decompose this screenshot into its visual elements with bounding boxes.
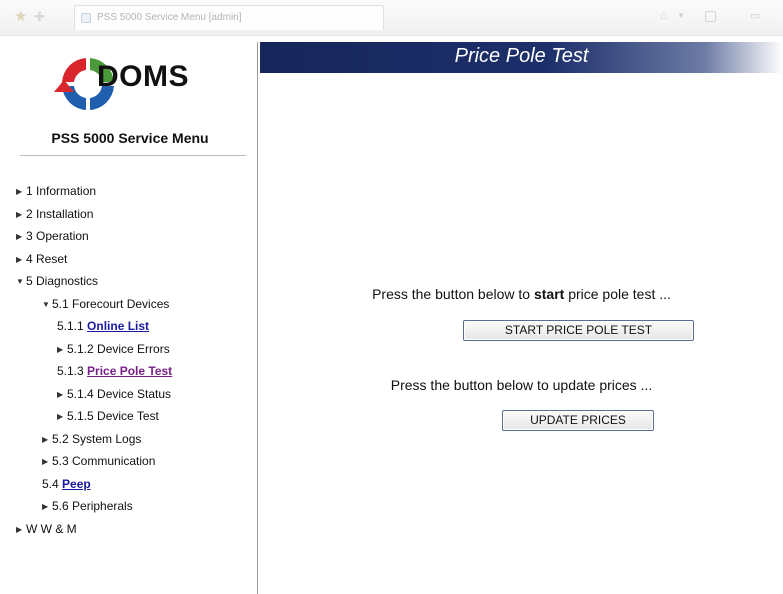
start-prompt-text-end: price pole test ... bbox=[564, 286, 671, 302]
menu-title: PSS 5000 Service Menu bbox=[51, 130, 209, 146]
menu-item-label[interactable]: 5.1.2 Device Errors bbox=[67, 342, 170, 356]
menu-item-device-errors[interactable]: ▶ 5.1.2 Device Errors bbox=[57, 340, 170, 358]
menu-item-label[interactable]: 5.1.4 Device Status bbox=[67, 387, 171, 401]
menu-item-wwm[interactable]: ▶ W W & M bbox=[16, 520, 77, 538]
expand-arrow-icon[interactable]: ▶ bbox=[16, 521, 26, 539]
menu-item-label[interactable]: 3 Operation bbox=[26, 229, 89, 243]
menu-item-label[interactable]: 5.6 Peripherals bbox=[52, 499, 133, 513]
menu-item-label[interactable]: 4 Reset bbox=[26, 252, 67, 266]
start-prompt-text: Press the button below to bbox=[372, 286, 534, 302]
menu-item-operation[interactable]: ▶ 3 Operation bbox=[16, 227, 89, 245]
update-prompt: Press the button below to update prices … bbox=[390, 377, 653, 393]
menu-item-label[interactable]: 5.1.5 Device Test bbox=[67, 409, 159, 423]
expand-arrow-icon[interactable]: ▶ bbox=[57, 341, 67, 359]
menu-item-label[interactable]: 5 Diagnostics bbox=[26, 274, 98, 288]
menu-item-communication[interactable]: ▶ 5.3 Communication bbox=[42, 452, 155, 470]
expand-arrow-icon[interactable]: ▶ bbox=[16, 183, 26, 201]
expand-arrow-icon[interactable]: ▶ bbox=[16, 206, 26, 224]
menu-item-label[interactable]: 5.2 System Logs bbox=[52, 432, 141, 446]
page-header: Price Pole Test bbox=[260, 42, 783, 73]
page-title: Price Pole Test bbox=[454, 45, 589, 67]
sidebar: DOMS PSS 5000 Service Menu ▶ 1 Informatio… bbox=[14, 42, 258, 594]
menu-item-device-status[interactable]: ▶ 5.1.4 Device Status bbox=[57, 385, 171, 403]
menu-item-number: 5.4 bbox=[42, 477, 63, 491]
menu-item-system-logs[interactable]: ▶ 5.2 System Logs bbox=[42, 430, 141, 448]
menu-item-reset[interactable]: ▶ 4 Reset bbox=[16, 250, 67, 268]
page-icon bbox=[81, 13, 91, 23]
menu-item-number: 5.1.3 bbox=[57, 364, 88, 378]
divider bbox=[20, 155, 246, 156]
feed-icon[interactable] bbox=[705, 11, 716, 22]
menu-item-information[interactable]: ▶ 1 Information bbox=[16, 182, 96, 200]
expand-arrow-icon[interactable]: ▶ bbox=[42, 498, 52, 516]
online-list-link[interactable]: Online List bbox=[87, 319, 149, 333]
menu-item-label[interactable]: W W & M bbox=[26, 522, 77, 536]
menu-item-online-list: 5.1.1 Online List bbox=[57, 317, 149, 335]
menu-item-diagnostics[interactable]: ▼ 5 Diagnostics bbox=[16, 272, 98, 290]
menu-item-installation[interactable]: ▶ 2 Installation bbox=[16, 205, 93, 223]
favorites-star-icon[interactable]: ★ bbox=[14, 9, 27, 24]
expand-arrow-icon[interactable]: ▶ bbox=[42, 431, 52, 449]
update-prices-button[interactable]: UPDATE PRICES bbox=[502, 410, 654, 431]
tab-title: PSS 5000 Service Menu [admin] bbox=[97, 12, 242, 23]
menu-item-price-pole-test: 5.1.3 Price Pole Test bbox=[57, 362, 172, 380]
price-pole-test-link[interactable]: Price Pole Test bbox=[87, 364, 172, 378]
menu-item-label[interactable]: 5.3 Communication bbox=[52, 454, 155, 468]
expand-arrow-icon[interactable]: ▶ bbox=[42, 453, 52, 471]
browser-tab[interactable]: PSS 5000 Service Menu [admin] bbox=[74, 5, 384, 30]
start-prompt: Press the button below to start price po… bbox=[260, 286, 783, 302]
expand-arrow-icon[interactable]: ▶ bbox=[16, 251, 26, 269]
logo-wordmark: DOMS bbox=[97, 60, 189, 93]
expand-arrow-icon[interactable]: ▶ bbox=[57, 408, 67, 426]
menu-item-label[interactable]: 1 Information bbox=[26, 184, 96, 198]
menu-item-peep: 5.4 Peep bbox=[42, 475, 91, 493]
expand-arrow-icon[interactable]: ▶ bbox=[16, 228, 26, 246]
menu-item-label[interactable]: 2 Installation bbox=[26, 207, 93, 221]
collapse-arrow-icon[interactable]: ▼ bbox=[42, 296, 52, 314]
menu-item-device-test[interactable]: ▶ 5.1.5 Device Test bbox=[57, 407, 159, 425]
collapse-arrow-icon[interactable]: ▼ bbox=[16, 273, 26, 291]
dropdown-icon[interactable]: ▼ bbox=[677, 12, 685, 20]
menu-item-label[interactable]: 5.1 Forecourt Devices bbox=[52, 297, 169, 311]
menu-item-forecourt-devices[interactable]: ▼ 5.1 Forecourt Devices bbox=[42, 295, 169, 313]
start-prompt-emphasis: start bbox=[533, 286, 565, 302]
peep-link[interactable]: Peep bbox=[62, 477, 91, 491]
start-price-pole-test-button[interactable]: START PRICE POLE TEST bbox=[463, 320, 694, 341]
menu-item-peripherals[interactable]: ▶ 5.6 Peripherals bbox=[42, 497, 133, 515]
browser-toolbar: ★ ✚ PSS 5000 Service Menu [admin] ⌂ ▼ ▭ bbox=[0, 0, 783, 36]
print-icon[interactable]: ▭ bbox=[750, 11, 760, 22]
add-favorite-icon[interactable]: ✚ bbox=[34, 10, 45, 23]
expand-arrow-icon[interactable]: ▶ bbox=[57, 386, 67, 404]
menu-item-number: 5.1.1 bbox=[57, 319, 88, 333]
home-icon[interactable]: ⌂ bbox=[660, 9, 667, 21]
